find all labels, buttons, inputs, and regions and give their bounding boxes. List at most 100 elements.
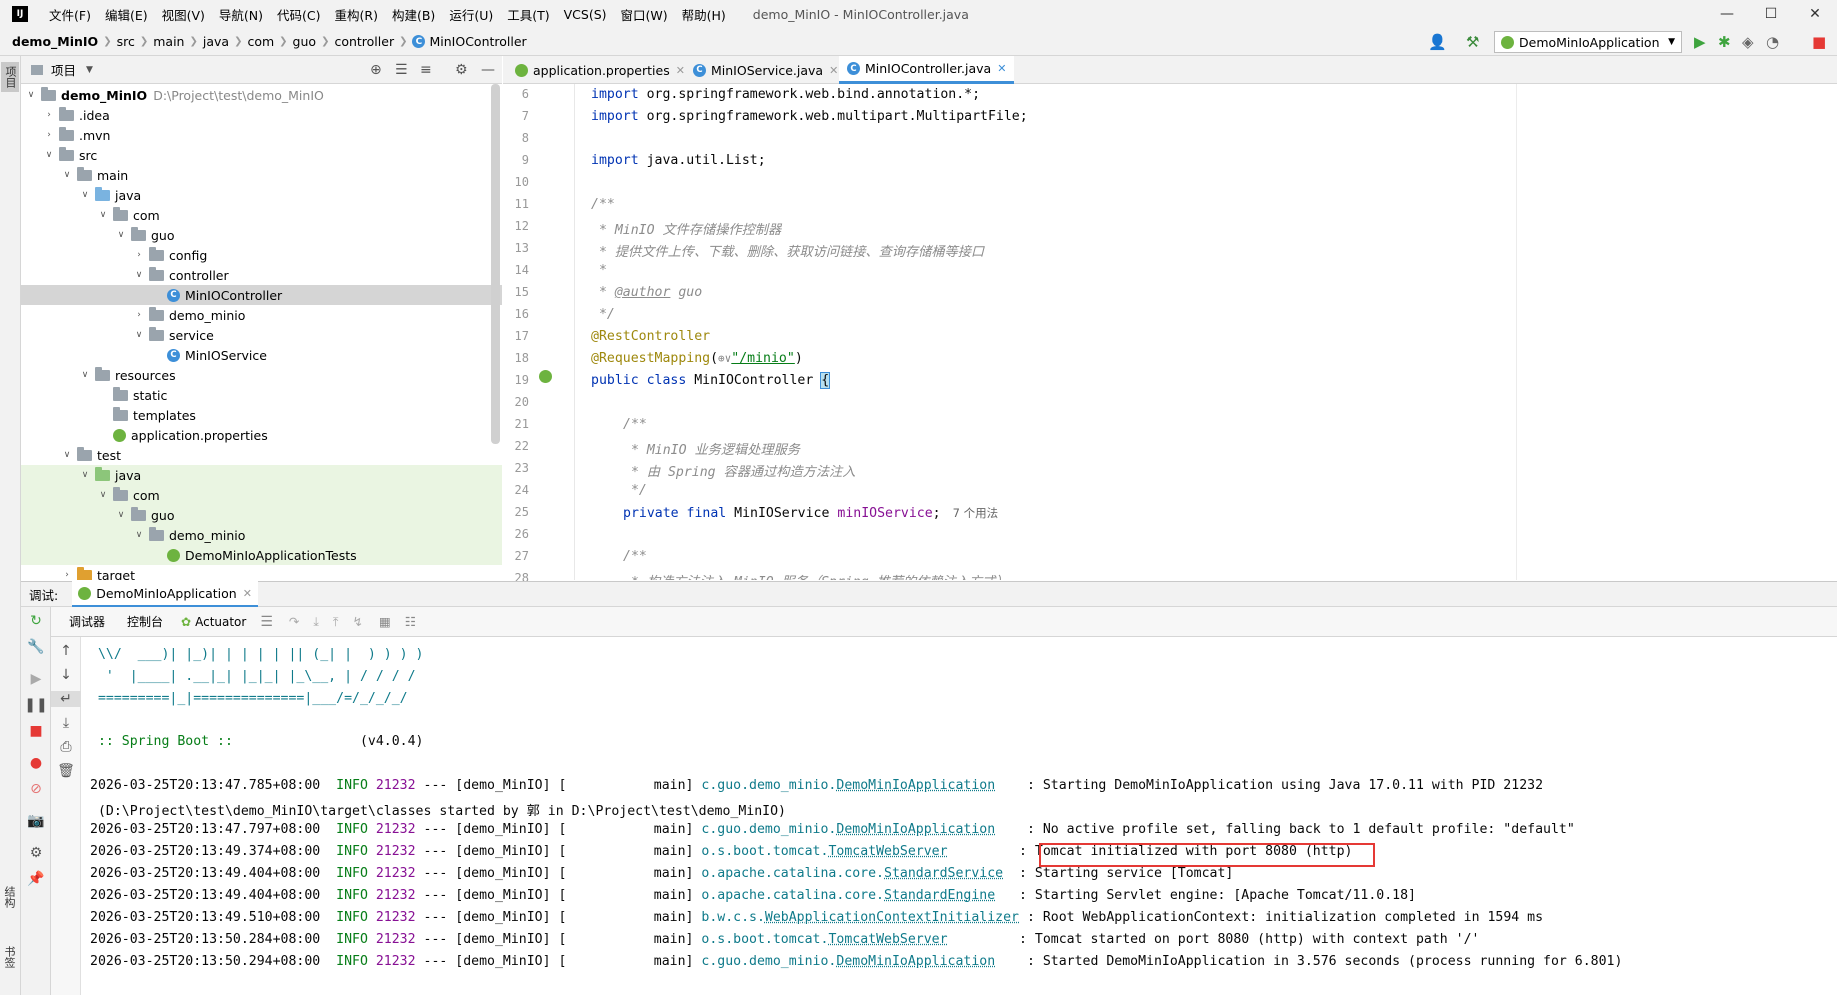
intellij-logo-icon[interactable]: IJ bbox=[12, 6, 28, 22]
breadcrumb-src[interactable]: src bbox=[117, 34, 135, 49]
menu-edit[interactable]: 编辑(E) bbox=[98, 5, 155, 24]
arrow-up-icon[interactable]: ↑ bbox=[51, 643, 81, 659]
breadcrumb-main[interactable]: main bbox=[153, 34, 184, 49]
step-out-icon[interactable]: ⤒ bbox=[333, 614, 339, 630]
tree-scrollbar[interactable] bbox=[491, 84, 500, 444]
wrench-icon[interactable]: 🔧 bbox=[21, 639, 51, 655]
pause-icon[interactable]: ❚❚ bbox=[21, 697, 51, 713]
tree-item-test-com[interactable]: ∨ com bbox=[21, 485, 502, 505]
user-icon[interactable]: 👤 bbox=[1428, 33, 1447, 51]
code-editor[interactable]: import org.springframework.web.bind.anno… bbox=[576, 84, 1837, 580]
logger-name-link[interactable]: DemoMinIoApplication bbox=[836, 822, 995, 837]
maximize-icon[interactable]: ☐ bbox=[1749, 0, 1793, 28]
logger-name-link[interactable]: WebApplicationContextInitializer bbox=[765, 910, 1019, 925]
step-into-icon[interactable]: ⤓ bbox=[313, 614, 319, 630]
camera-icon[interactable]: 📷 bbox=[21, 813, 51, 829]
tree-item-test-guo[interactable]: ∨ guo bbox=[21, 505, 502, 525]
console-output[interactable]: \\/ ___)| |_)| | | | | || (_| | ) ) ) ) … bbox=[82, 637, 1837, 995]
stop-icon[interactable]: ■ bbox=[21, 723, 51, 739]
project-panel-title[interactable]: 项目 bbox=[51, 60, 76, 79]
code-token[interactable]: "/minio" bbox=[731, 351, 795, 366]
tree-item-src[interactable]: ∨ src bbox=[21, 145, 502, 165]
tree-item-config[interactable]: › config bbox=[21, 245, 502, 265]
tree-item-application-tests[interactable]: DemoMinIoApplicationTests bbox=[21, 545, 502, 565]
menu-help[interactable]: 帮助(H) bbox=[675, 5, 733, 24]
rerun-icon[interactable]: ↻ bbox=[21, 613, 51, 629]
close-icon[interactable]: ✕ bbox=[243, 587, 252, 600]
breadcrumb-project[interactable]: demo_MinIO bbox=[12, 34, 98, 49]
logger-name-link[interactable]: TomcatWebServer bbox=[828, 932, 947, 947]
project-tool-tab[interactable]: 项目 bbox=[1, 62, 19, 92]
tree-item-main[interactable]: ∨ main bbox=[21, 165, 502, 185]
soft-wrap-icon[interactable]: ↵ bbox=[51, 691, 81, 707]
tree-item-service[interactable]: ∨ service bbox=[21, 325, 502, 345]
tree-item-java[interactable]: ∨ java bbox=[21, 185, 502, 205]
build-hammer-icon[interactable]: ⚒ bbox=[1466, 33, 1479, 51]
tree-item-templates[interactable]: templates bbox=[21, 405, 502, 425]
print-icon[interactable]: ⎙ bbox=[51, 739, 81, 755]
menu-refactor[interactable]: 重构(R) bbox=[328, 5, 385, 24]
menu-build[interactable]: 构建(B) bbox=[385, 5, 442, 24]
pin-icon[interactable]: 📌 bbox=[21, 871, 51, 887]
menu-navigate[interactable]: 导航(N) bbox=[212, 5, 270, 24]
gear-icon[interactable]: ⚙ bbox=[455, 62, 468, 78]
stop-icon[interactable]: ■ bbox=[1812, 33, 1826, 51]
logger-name-link[interactable]: StandardEngine bbox=[884, 888, 995, 903]
tree-item-test-demo-minio[interactable]: ∨ demo_minio bbox=[21, 525, 502, 545]
spring-bean-icon[interactable] bbox=[539, 370, 552, 383]
minimize-icon[interactable]: — bbox=[1705, 0, 1749, 28]
tree-item-test[interactable]: ∨ test bbox=[21, 445, 502, 465]
debug-bug-icon[interactable]: ✱ bbox=[1718, 33, 1731, 51]
tab-minio-controller[interactable]: C MinIOController.java ✕ bbox=[839, 56, 1015, 84]
menu-code[interactable]: 代码(C) bbox=[270, 5, 327, 24]
debug-session-tab[interactable]: DemoMinIoApplication ✕ bbox=[72, 581, 258, 607]
expand-all-icon[interactable]: ☰ bbox=[395, 62, 408, 78]
trash-icon[interactable]: 🗑 bbox=[51, 763, 81, 779]
trace-icon[interactable]: ☷ bbox=[405, 614, 416, 629]
gear-icon[interactable]: ⚙ bbox=[21, 845, 51, 861]
tree-item-minio-service[interactable]: C MinIOService bbox=[21, 345, 502, 365]
menu-view[interactable]: 视图(V) bbox=[155, 5, 212, 24]
tree-item-project-root[interactable]: ∨ demo_MinIO D:\Project\test\demo_MinIO bbox=[21, 85, 502, 105]
breadcrumb-java[interactable]: java bbox=[203, 34, 229, 49]
hide-panel-icon[interactable]: — bbox=[481, 62, 495, 78]
run-icon[interactable]: ▶ bbox=[1694, 33, 1706, 51]
resume-icon[interactable]: ▶ bbox=[21, 671, 51, 687]
structure-tool-tab[interactable]: 结构 bbox=[1, 886, 17, 908]
tab-actuator[interactable]: ✿ Actuator bbox=[181, 615, 246, 629]
mute-breakpoints-icon[interactable]: ⊘ bbox=[21, 781, 51, 797]
logger-name-link[interactable]: DemoMinIoApplication bbox=[836, 778, 995, 793]
tab-application-properties[interactable]: application.properties ✕ bbox=[507, 56, 693, 84]
close-window-icon[interactable]: ✕ bbox=[1793, 0, 1837, 28]
step-over-icon[interactable]: ↷ bbox=[289, 614, 299, 629]
tree-item-static[interactable]: static bbox=[21, 385, 502, 405]
tree-item-test-java[interactable]: ∨ java bbox=[21, 465, 502, 485]
tree-item-guo[interactable]: ∨ guo bbox=[21, 225, 502, 245]
bookmarks-tool-tab[interactable]: 书签 bbox=[1, 946, 17, 968]
tree-item-resources[interactable]: ∨ resources bbox=[21, 365, 502, 385]
collapse-all-icon[interactable]: ≡ bbox=[420, 62, 432, 78]
tab-console[interactable]: 控制台 bbox=[123, 613, 167, 630]
tree-item-application-properties[interactable]: application.properties bbox=[21, 425, 502, 445]
run-configuration-select[interactable]: DemoMinIoApplication ▼ bbox=[1494, 31, 1682, 53]
logger-name-link[interactable]: DemoMinIoApplication bbox=[836, 954, 995, 969]
logger-name-link[interactable]: StandardService bbox=[884, 866, 1003, 881]
tab-minio-service[interactable]: C MinIOService.java ✕ bbox=[685, 56, 846, 84]
tree-item-mvn[interactable]: › .mvn bbox=[21, 125, 502, 145]
breadcrumb-controller[interactable]: controller bbox=[334, 34, 394, 49]
close-icon[interactable]: ✕ bbox=[829, 64, 838, 77]
tree-item-minio-controller[interactable]: C MinIOController bbox=[21, 285, 502, 305]
url-mapping-icon[interactable]: ⊕∨ bbox=[718, 352, 731, 365]
profile-icon[interactable]: ◔ bbox=[1766, 33, 1779, 51]
arrow-down-icon[interactable]: ↓ bbox=[51, 667, 81, 683]
locate-target-icon[interactable]: ⊕ bbox=[370, 62, 382, 78]
menu-window[interactable]: 窗口(W) bbox=[614, 5, 675, 24]
evaluate-icon[interactable]: ▦ bbox=[379, 614, 391, 629]
menu-tools[interactable]: 工具(T) bbox=[500, 5, 556, 24]
usages-hint[interactable]: 7 个用法 bbox=[953, 506, 998, 520]
tree-item-demo-minio[interactable]: › demo_minio bbox=[21, 305, 502, 325]
chevron-down-icon[interactable]: ▼ bbox=[86, 65, 93, 75]
run-to-cursor-icon[interactable]: ↯ bbox=[352, 614, 362, 629]
logger-name-link[interactable]: TomcatWebServer bbox=[828, 844, 947, 859]
tree-item-controller[interactable]: ∨ controller bbox=[21, 265, 502, 285]
